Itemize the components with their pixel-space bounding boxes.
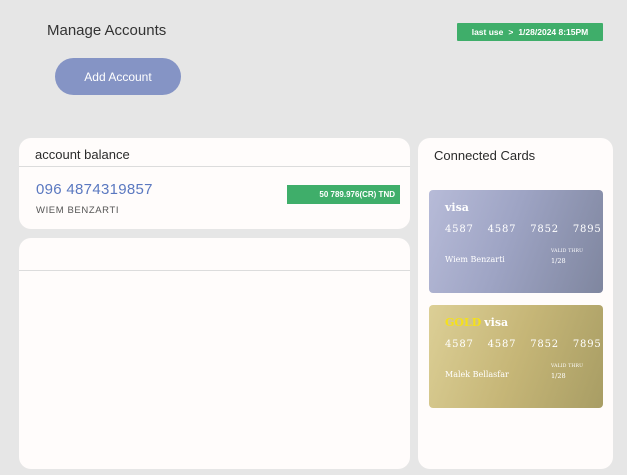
card-holder: Malek Bellasfar — [445, 370, 509, 379]
last-use-label: last use — [471, 27, 504, 37]
card-valid-date: 1/28 — [551, 372, 566, 380]
card-wiem-benzarti[interactable]: visa 4587 4587 7852 7895 Wiem Benzarti V… — [429, 190, 603, 293]
card-number: 4587 4587 7852 7895 — [445, 339, 602, 350]
card-valid-label: VALID THRU — [551, 364, 584, 369]
connected-cards-title: Connected Cards — [434, 148, 536, 163]
card-holder: Wiem Benzarti — [445, 255, 505, 264]
account-balance-title: account balance — [19, 138, 410, 167]
account-details-panel — [19, 238, 410, 469]
account-number[interactable]: 096 4874319857 — [36, 181, 153, 198]
account-balance-panel: account balance 096 4874319857 WIEM BENZ… — [19, 138, 410, 229]
card-brand: visa — [445, 201, 469, 214]
card-valid-date: 1/28 — [551, 257, 566, 265]
add-account-button[interactable]: Add Account — [55, 58, 181, 95]
page-title: Manage Accounts — [47, 22, 167, 39]
account-details-header — [19, 238, 410, 271]
account-owner: WIEM BENZARTI — [36, 205, 120, 216]
card-brand-name: visa — [484, 316, 509, 329]
card-brand: GOLD visa — [445, 316, 508, 329]
last-use-badge: last use > 1/28/2024 8:15PM — [457, 23, 603, 41]
last-use-separator: > — [508, 27, 514, 37]
card-valid-label: VALID THRU — [551, 249, 584, 254]
card-brand-name: visa — [445, 201, 469, 214]
balance-badge: 50 789.976(CR) TND — [287, 185, 400, 204]
card-malek-bellasfar[interactable]: GOLD visa 4587 4587 7852 7895 Malek Bella… — [429, 305, 603, 408]
card-number: 4587 4587 7852 7895 — [445, 224, 602, 235]
connected-cards-panel: Connected Cards visa 4587 4587 7852 7895… — [418, 138, 613, 469]
last-use-value: 1/28/2024 8:15PM — [518, 27, 589, 37]
card-tier: GOLD — [445, 316, 482, 329]
